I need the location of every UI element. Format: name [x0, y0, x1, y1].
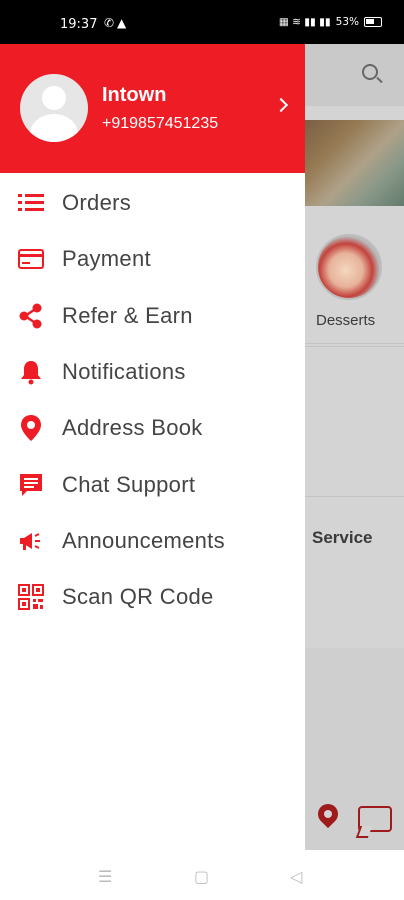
desserts-label: Desserts — [316, 312, 376, 329]
qr-code-icon — [17, 583, 45, 611]
megaphone-icon — [17, 527, 45, 555]
menu-label: Notifications — [62, 359, 186, 385]
signal-icons: ▦ ≋ ▮▮ ▮▮ — [278, 16, 331, 28]
home-icon[interactable]: ▢ — [194, 867, 209, 886]
menu-item-address-book[interactable]: Address Book — [0, 400, 305, 456]
avatar-body — [30, 114, 78, 142]
divider — [305, 346, 404, 347]
status-time: 19:37 — [60, 17, 98, 32]
navigation-drawer: Intown +919857451235 Orders Payment Refe… — [0, 44, 305, 850]
chat-bubbles-icon — [358, 806, 392, 832]
back-icon[interactable]: ◁ — [290, 867, 302, 886]
status-bar: 19:37 ✆▲ ▦ ≋ ▮▮ ▮▮ 53% — [0, 0, 404, 44]
menu-item-scan-qr-code[interactable]: Scan QR Code — [0, 569, 305, 625]
location-pin-icon — [17, 414, 45, 442]
background-banner-image — [305, 120, 404, 206]
background-top-bar — [305, 44, 404, 106]
menu-label: Scan QR Code — [62, 584, 214, 610]
bell-icon — [17, 358, 45, 386]
menu-item-payment[interactable]: Payment — [0, 231, 305, 287]
drawer-header[interactable]: Intown +919857451235 — [0, 44, 305, 173]
list-icon — [17, 189, 45, 217]
menu-label: Refer & Earn — [62, 302, 193, 328]
chevron-right-icon[interactable] — [273, 97, 289, 113]
avatar-head — [42, 86, 66, 110]
menu-item-orders[interactable]: Orders — [0, 175, 305, 231]
avatar — [20, 74, 88, 142]
user-name: Intown — [102, 84, 167, 106]
menu-label: Chat Support — [62, 471, 196, 497]
menu-label: Announcements — [62, 527, 225, 553]
desserts-image — [316, 234, 382, 300]
status-indicators: ▦ ≋ ▮▮ ▮▮ 53% — [279, 16, 382, 28]
share-icon — [17, 302, 45, 330]
battery-icon — [364, 17, 382, 27]
menu-item-notifications[interactable]: Notifications — [0, 344, 305, 400]
menu-item-announcements[interactable]: Announcements — [0, 513, 305, 569]
system-nav-bar: ☰ ▢ ◁ — [0, 850, 404, 900]
chat-icon — [17, 471, 45, 499]
drawer-menu: Orders Payment Refer & Earn Notification… — [0, 175, 305, 625]
menu-item-refer-earn[interactable]: Refer & Earn — [0, 288, 305, 344]
credit-card-icon — [17, 245, 45, 273]
menu-label: Address Book — [62, 415, 203, 441]
recent-apps-icon[interactable]: ☰ — [98, 867, 112, 886]
divider — [305, 496, 404, 497]
menu-item-chat-support[interactable]: Chat Support — [0, 456, 305, 512]
menu-label: Orders — [62, 190, 132, 216]
notification-icons: ✆▲ — [104, 16, 130, 30]
menu-label: Payment — [62, 246, 151, 272]
battery-percent: 53% — [335, 16, 359, 28]
user-phone: +919857451235 — [102, 115, 219, 132]
search-icon — [362, 64, 378, 80]
service-label: Service — [312, 528, 373, 547]
